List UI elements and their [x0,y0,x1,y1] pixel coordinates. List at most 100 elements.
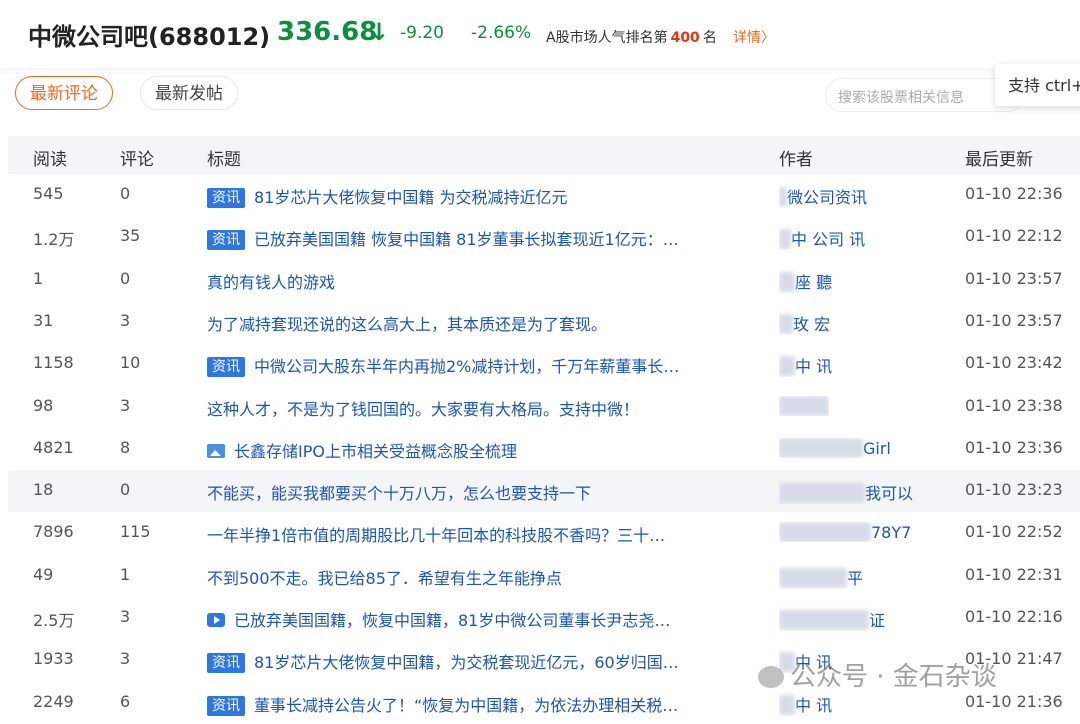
read-count: 1933 [33,649,74,669]
read-count: 7896 [33,522,74,542]
author-link[interactable]: 中 公司 讯 [779,226,865,250]
table-row[interactable]: 2.5万 3 已放弃美国国籍，恢复中国籍，81岁中微公司董事长尹志尧… 证 01-10 … [8,597,1080,639]
stock-price: 336.68 [277,17,378,47]
rank-suffix: 名 [702,30,717,46]
last-updated: 01-10 22:31 [965,564,1063,584]
author-link[interactable] [779,395,829,416]
post-title-link[interactable]: 资讯 董事长减持公告火了！“恢复为中国籍，为依法办理相关税… [207,692,678,716]
post-title-link[interactable]: 真的有钱人的游戏 [207,269,335,293]
rank-value: 400 [670,30,700,46]
news-tag: 资讯 [207,188,245,208]
read-count: 1158 [33,353,74,373]
table-row[interactable]: 31 3 为了减持套现还说的这么高大上，其本质还是为了套现。 玫 宏 01-10 23:… [8,301,1080,343]
search-placeholder: 搜索该股票相关信息 [838,90,964,106]
comment-count: 115 [120,522,151,542]
author-name: Girl [863,438,891,458]
author-name: 玫 宏 [793,314,831,334]
detail-link[interactable]: 详情〉 [733,27,775,47]
comment-count: 10 [120,353,141,373]
post-title-link[interactable]: 为了减持套现还说的这么高大上，其本质还是为了套现。 [207,311,607,335]
news-tag: 资讯 [207,695,245,716]
author-link[interactable]: 中 讯 [779,353,832,377]
post-title-text: 长鑫存储IPO上市相关受益概念股全梳理 [234,441,517,461]
last-updated: 01-10 22:16 [965,607,1063,626]
wechat-logo-icon [758,666,784,688]
price-change-percent: -2.66% [471,23,532,43]
author-link[interactable]: Girl [779,437,891,458]
table-row[interactable]: 1.2万 35 资讯 已放弃美国国籍 恢复中国籍 81岁董事长拟套现近1亿元：… 中 公… [8,216,1080,258]
post-title-text: 中微公司大股东半年内再抛2%减持计划，千万年薪董事长… [254,357,680,377]
post-title-link[interactable]: 一年半挣1倍市值的周期股比几十年回本的科技股不香吗？三十… [207,522,665,546]
stock-name[interactable]: 中微公司吧(688012) [28,17,270,52]
last-updated: 01-10 23:38 [965,395,1063,415]
comment-count: 0 [120,268,131,288]
redacted-author-blur [779,271,795,292]
post-title-link[interactable]: 已放弃美国国籍，恢复中国籍，81岁中微公司董事长尹志尧… [207,607,670,631]
tab-latest-comments[interactable]: 最新评论 [15,76,113,110]
post-title-link[interactable]: 不能买，能买我都要买个十万八万，怎么也要支持一下 [207,480,591,504]
down-arrow-icon: ↓ [369,18,390,46]
redacted-author-blur [779,437,863,458]
comment-count: 1 [120,564,131,584]
redacted-author-blur [779,229,791,250]
price-change: -9.20 [400,23,444,43]
author-link[interactable]: 证 [779,607,885,631]
author-name: 座 聽 [795,272,833,292]
redacted-author-blur [779,313,793,334]
table-row[interactable]: 545 0 资讯 81岁芯片大佬恢复中国籍 为交税减持近亿元 微公司资讯 01-10 22… [8,174,1080,216]
author-link[interactable]: 座 聽 [779,269,832,293]
post-title-text: 81岁芯片大佬恢复中国籍，为交税套现近亿元，60岁归国… [254,653,679,673]
read-count: 2.5万 [33,611,75,630]
tooltip-text: 支持 ctrl+ [1008,76,1080,95]
header-title: 标题 [207,150,241,170]
header-author: 作者 [779,150,813,170]
author-link[interactable]: 微公司资讯 [779,184,867,208]
news-tag: 资讯 [207,653,245,674]
last-updated: 01-10 21:36 [965,691,1063,711]
post-title-link[interactable]: 资讯 81岁芯片大佬恢复中国籍，为交税套现近亿元，60岁归国… [207,649,679,674]
table-row[interactable]: 49 1 不到500不走。我已给85了．希望有生之年能挣点 平 01-10 22:31 [8,555,1080,597]
author-link[interactable]: 平 [779,565,863,589]
last-updated: 01-10 23:57 [965,310,1063,330]
author-link[interactable]: 玫 宏 [779,311,830,335]
table-row[interactable]: 4821 8 长鑫存储IPO上市相关受益概念股全梳理 Girl 01-10 23:36 [8,428,1080,470]
redacted-author-blur [779,694,795,715]
tab-latest-posts[interactable]: 最新发帖 [140,76,238,110]
comment-count: 0 [120,480,131,500]
comment-count: 3 [120,607,131,626]
author-link[interactable]: 我可以 [779,480,913,504]
last-updated: 01-10 23:36 [965,437,1063,457]
comment-count: 0 [120,184,131,203]
author-name: 78Y7 [871,523,912,543]
comment-count: 8 [120,437,131,457]
table-row[interactable]: 1158 10 资讯 中微公司大股东半年内再抛2%减持计划，千万年薪董事长… 中 讯 01… [8,343,1080,385]
author-name: 微公司资讯 [787,188,868,207]
last-updated: 01-10 23:42 [965,353,1063,373]
last-updated: 01-10 23:23 [965,480,1063,500]
post-title-text: 为了减持套现还说的这么高大上，其本质还是为了套现。 [207,314,608,334]
table-row[interactable]: 98 3 这种人才，不是为了钱回国的。大家要有大格局。支持中微！ 01-10 23:3… [8,386,1080,428]
post-title-link[interactable]: 不到500不走。我已给85了．希望有生之年能挣点 [207,565,562,589]
video-icon [207,613,225,627]
author-link[interactable]: 78Y7 [779,522,912,543]
read-count: 545 [33,184,64,203]
post-title-link[interactable]: 长鑫存储IPO上市相关受益概念股全梳理 [207,438,517,462]
redacted-author-blur [779,187,787,207]
author-link[interactable]: 中 讯 [779,692,832,716]
post-title-link[interactable]: 资讯 已放弃美国国籍 恢复中国籍 81岁董事长拟套现近1亿元：… [207,226,679,251]
table-row[interactable]: 18 0 不能买，能买我都要买个十万八万，怎么也要支持一下 我可以 01-10 23:2… [8,470,1080,513]
post-title-text: 不能买，能买我都要买个十万八万，怎么也要支持一下 [207,484,592,504]
news-tag: 资讯 [207,230,245,251]
read-count: 49 [33,564,54,584]
post-title-link[interactable]: 资讯 81岁芯片大佬恢复中国籍 为交税减持近亿元 [207,184,567,208]
read-count: 18 [33,480,54,500]
post-title-link[interactable]: 资讯 中微公司大股东半年内再抛2%减持计划，千万年薪董事长… [207,353,680,378]
popularity-rank: A股市场人气排名第 400 名 [546,27,717,47]
redacted-author-blur [779,395,829,416]
author-name: 证 [869,611,886,630]
post-title-link[interactable]: 这种人才，不是为了钱回国的。大家要有大格局。支持中微！ [207,396,639,420]
post-title-text: 董事长减持公告火了！“恢复为中国籍，为依法办理相关税… [254,695,679,715]
table-row[interactable]: 1 0 真的有钱人的游戏 座 聽 01-10 23:57 [8,259,1080,301]
last-updated: 01-10 22:36 [965,184,1063,203]
table-row[interactable]: 7896 115 一年半挣1倍市值的周期股比几十年回本的科技股不香吗？三十… 78Y7… [8,512,1080,554]
